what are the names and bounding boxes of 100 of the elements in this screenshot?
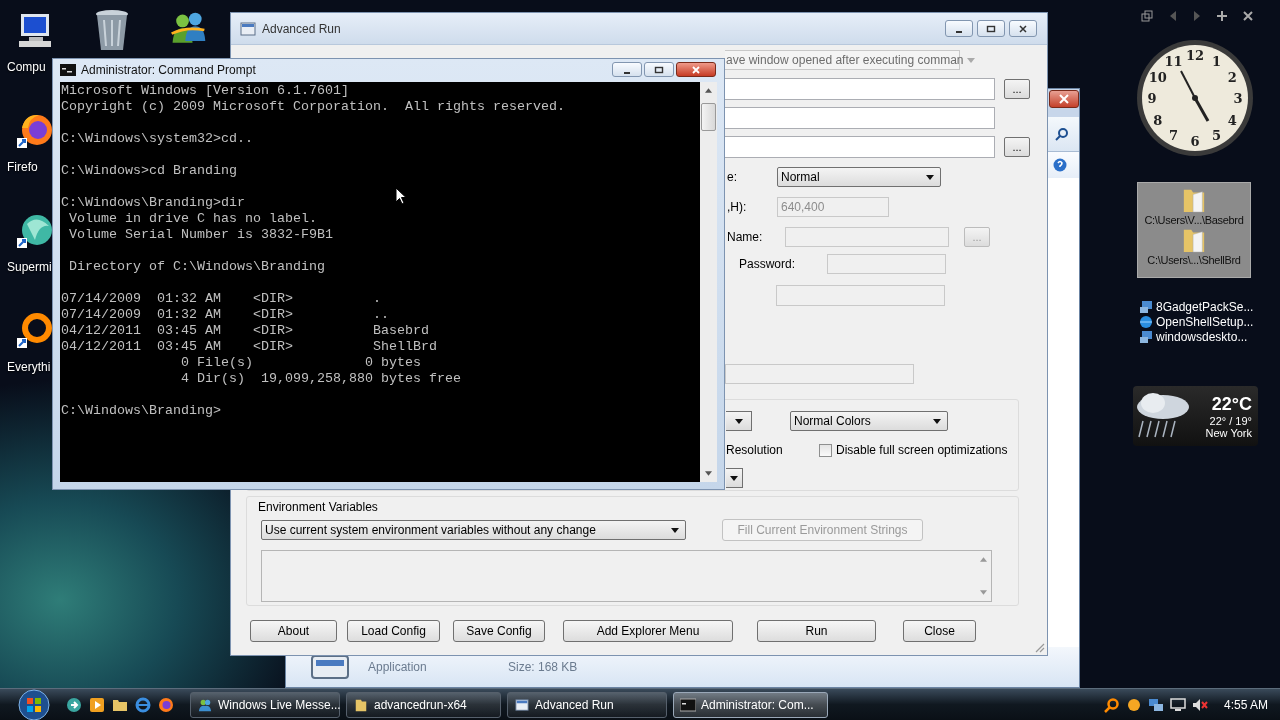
console-line: Directory of C:\Windows\Branding [68,259,325,275]
file-type-text: Application [368,660,428,674]
clock-numeral: 5 [1212,128,1221,144]
dialog-button[interactable]: About [250,620,337,642]
console-icon [60,64,76,76]
city-text: New York [1205,426,1252,439]
console-line: Microsoft Windows [Version 6.1.7601] [61,83,349,99]
firefox-icon[interactable] [158,696,174,713]
field-label: ,H): [727,200,747,214]
media-player-icon[interactable] [89,696,105,713]
close-button[interactable] [676,62,716,77]
field-label: Resolution [726,443,784,457]
field-label: Name: [727,230,763,244]
close-button[interactable] [1049,90,1079,108]
browse-button[interactable]: ... [1004,79,1030,99]
taskbar-button[interactable]: Administrator: Com... [673,691,828,718]
plus-icon[interactable] [1217,11,1227,21]
temperature-range-text: 22° / 19° [1209,414,1252,427]
tools-icon[interactable] [1243,11,1253,21]
mouse-pointer-icon [395,187,407,205]
scroll-down-icon[interactable] [705,471,712,476]
console-line: C:\Windows>cd Branding [61,163,237,179]
caret-icon [933,418,941,424]
shortcut-label[interactable]: 8GadgetPackSe... [1156,300,1254,314]
input-field[interactable] [725,78,995,100]
group-label: Environment Variables [258,500,379,514]
scrollbar[interactable] [700,82,717,482]
close-button[interactable] [1009,20,1037,37]
console-line: C:\Windows\system32>cd.. [61,131,253,147]
file-size-text: Size: 168 KB [508,660,578,674]
dropdown-button[interactable] [726,468,743,488]
caret-icon [926,174,934,180]
minimize-icon [624,71,630,74]
scroll-up-icon[interactable] [705,88,712,93]
desktop-icon-label[interactable]: Firefo [0,160,38,174]
clock-numeral: 2 [1227,69,1237,85]
field-label: Password: [739,257,796,271]
clock-numeral: 4 [1227,112,1237,128]
left-arrow-icon[interactable] [1169,11,1177,21]
minimize-icon [956,30,962,33]
search-app-icon[interactable] [15,310,55,350]
taskbar-button[interactable]: advancedrun-x64 [346,691,501,718]
maximize-button[interactable] [977,20,1005,37]
desktop-icon-label[interactable]: Compu [0,60,46,74]
help-icon[interactable] [1053,158,1067,172]
window-title: Advanced Run [262,21,342,36]
taskbar-button[interactable]: Windows Live Messe... [190,691,340,718]
input-field[interactable] [725,107,995,129]
maximize-icon [986,23,996,34]
shortcut-label[interactable]: windowsdeskto... [1156,330,1248,344]
browse-button[interactable]: ... [1004,137,1030,157]
search-icon[interactable] [1055,127,1069,141]
clock-numeral: 8 [1153,112,1163,128]
dropdown[interactable]: Normal Colors [790,411,948,431]
dialog-button[interactable]: Save Config [453,620,545,642]
clock-numeral: 12 [1185,48,1205,63]
maximize-button[interactable] [644,62,674,77]
monitor-icon[interactable] [1169,696,1186,713]
network-icon[interactable] [1147,696,1164,713]
temperature-text: 22°C [1211,393,1252,415]
resize-grip-icon[interactable] [1033,641,1045,653]
badge-icon[interactable] [1125,696,1142,713]
dropdown[interactable]: Use current system environment variables without any change [261,520,686,540]
globe-icon[interactable] [1139,315,1153,329]
console-line: Volume in drive C has no label. [68,211,317,227]
people-icon [197,697,213,712]
clock-numeral: 1 [1212,53,1221,69]
caret-icon [730,475,738,481]
dropdown-button[interactable] [726,411,752,431]
clock-numeral: 11 [1164,53,1183,69]
minimize-button[interactable] [945,20,973,37]
close-icon [1018,23,1028,34]
checkbox[interactable]: Disable full screen optimizations [819,443,1008,457]
caret-icon [734,418,743,424]
dialog-button[interactable]: Close [903,620,976,642]
clock-numeral: 3 [1233,91,1243,106]
maximize-icon [654,64,664,75]
folder-label[interactable]: C:\Users\...\ShellBrd [1147,254,1241,266]
desktop-icon-label[interactable]: Everythi [0,360,51,374]
minimize-button[interactable] [612,62,642,77]
folder-label[interactable]: C:\Users\V...\Basebrd [1144,214,1244,226]
dialog-button[interactable]: Load Config [347,620,440,642]
dialog-button[interactable]: Run [757,620,876,642]
console-line: Volume Serial Number is 3832-F9B1 [68,227,333,243]
shortcut-label[interactable]: OpenShellSetup... [1156,315,1254,329]
desktop-icon-label[interactable]: Supermi [0,260,52,274]
clock-text[interactable]: 4:55 AM [1223,697,1268,712]
input-field[interactable] [725,136,995,158]
taskbar-button[interactable]: Advanced Run [507,691,667,718]
close-icon [1059,94,1069,104]
scroll-thumb[interactable] [701,103,716,131]
installer-icon[interactable] [1139,300,1153,314]
dialog-button[interactable]: Add Explorer Menu [563,620,733,642]
installer-icon[interactable] [1139,330,1153,344]
right-arrow-icon[interactable] [1193,11,1201,21]
close-icon [691,64,701,75]
dropdown[interactable]: Normal [777,167,941,187]
restore-icon[interactable] [1141,10,1153,22]
search-icon[interactable] [1103,696,1120,713]
browser-icon[interactable] [135,696,151,713]
